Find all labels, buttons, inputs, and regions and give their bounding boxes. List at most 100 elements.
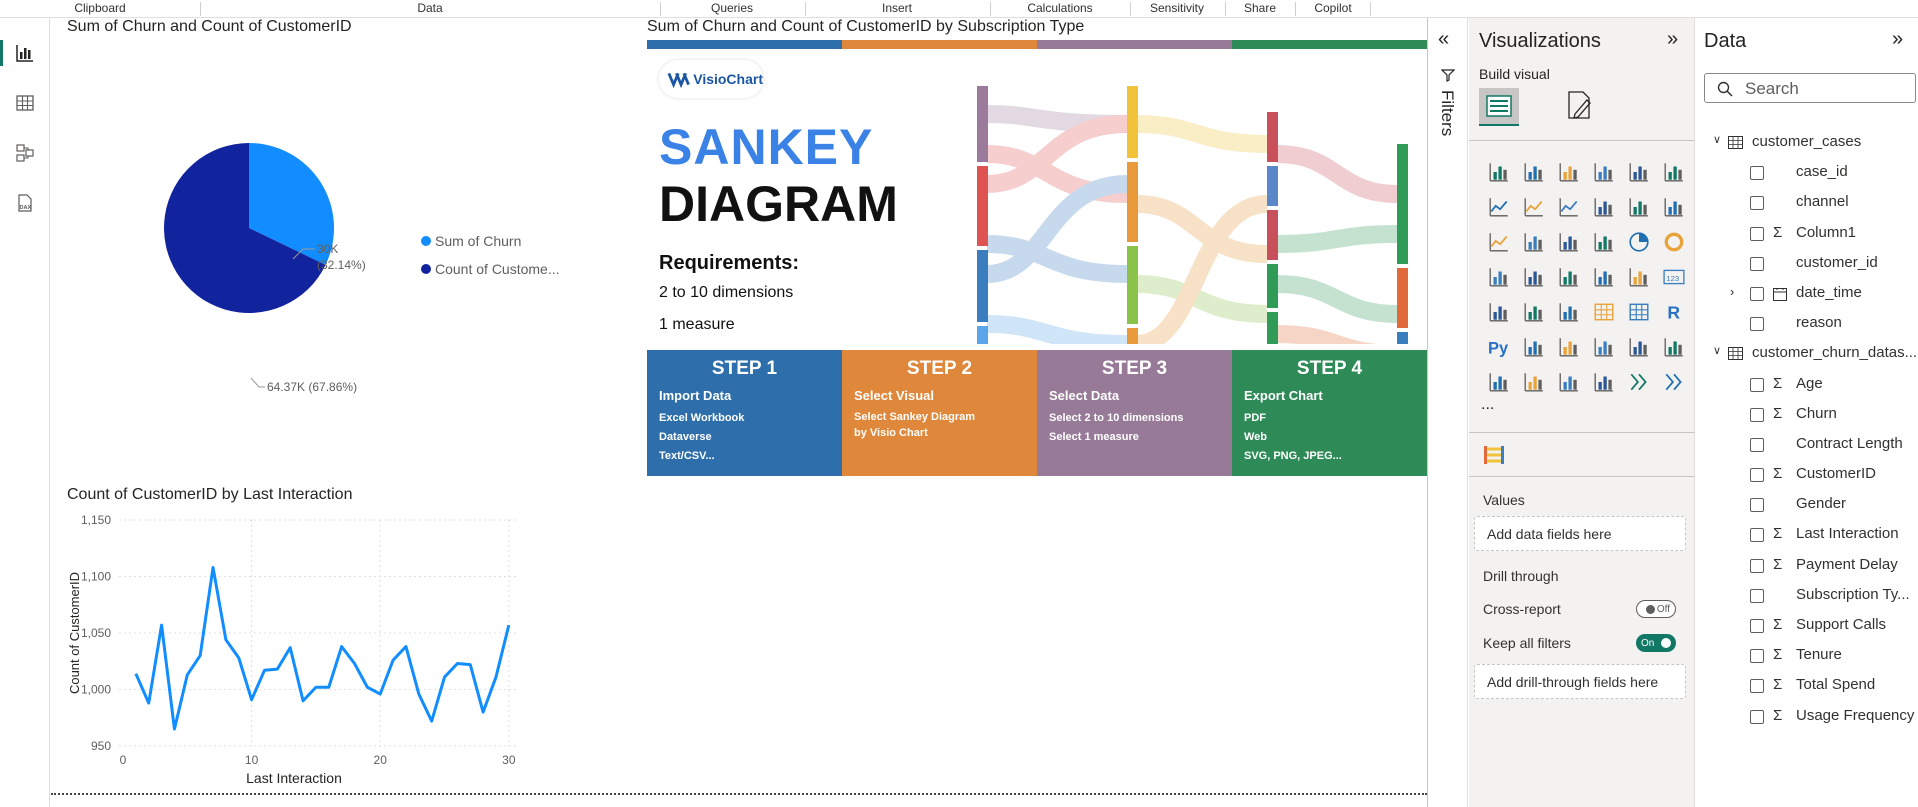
ribbon-clipboard[interactable]: Clipboard <box>74 1 125 15</box>
data-point[interactable] <box>443 675 447 679</box>
ribbon-data[interactable]: Data <box>417 1 442 15</box>
key-influencers-visual-icon[interactable] <box>1516 329 1551 364</box>
dax-query-view-icon[interactable]: DAX <box>12 190 38 216</box>
data-point[interactable] <box>185 673 189 677</box>
qa-visual-icon[interactable] <box>1586 329 1621 364</box>
field-checkbox[interactable] <box>1750 196 1764 211</box>
line-clustered-column-visual-icon[interactable] <box>1656 189 1691 224</box>
stacked-area-visual-icon[interactable] <box>1551 189 1586 224</box>
slicer-visual-icon[interactable] <box>1551 294 1586 329</box>
field-checkbox[interactable] <box>1750 256 1764 271</box>
ribbon-calculations[interactable]: Calculations <box>1027 1 1092 15</box>
data-point[interactable] <box>172 727 176 731</box>
waterfall-visual-icon[interactable] <box>1516 224 1551 259</box>
ribbon-queries[interactable]: Queries <box>711 1 753 15</box>
data-point[interactable] <box>417 692 421 696</box>
field-item[interactable]: Contract Length <box>1696 430 1918 460</box>
data-point[interactable] <box>455 662 459 666</box>
pie-chart[interactable]: 30K (32.14%) 64.37K (67.86%) <box>131 128 451 408</box>
field-item[interactable]: Σ Support Calls <box>1696 611 1918 641</box>
filters-label[interactable]: Filters <box>1437 90 1457 136</box>
ribbon-copilot[interactable]: Copilot <box>1314 1 1351 15</box>
ribbon-share[interactable]: Share <box>1244 1 1276 15</box>
donut-visual-icon[interactable] <box>1656 224 1691 259</box>
stacked-bar-visual-icon[interactable] <box>1481 154 1516 189</box>
data-point[interactable] <box>147 701 151 705</box>
data-search-input[interactable]: Search <box>1704 73 1916 103</box>
legend-item-sum-of-churn[interactable]: Sum of Churn <box>421 233 521 249</box>
smart-narrative-visual-icon[interactable] <box>1621 329 1656 364</box>
field-item[interactable]: Σ Total Spend <box>1696 671 1918 701</box>
data-point[interactable] <box>134 672 138 676</box>
data-point[interactable] <box>494 675 498 679</box>
chevron-down-icon[interactable]: ∨ <box>1713 133 1721 146</box>
data-point[interactable] <box>391 658 395 662</box>
values-well[interactable]: Add data fields here <box>1474 516 1686 551</box>
data-point[interactable] <box>262 668 266 672</box>
power-automate-visual-icon[interactable] <box>1551 364 1586 399</box>
field-item[interactable]: Σ Tenure <box>1696 641 1918 671</box>
field-checkbox[interactable] <box>1750 286 1764 301</box>
cross-report-toggle[interactable]: Off <box>1636 600 1676 618</box>
chevron-down-icon[interactable]: ∨ <box>1713 344 1721 357</box>
paginated-visual-icon[interactable] <box>1481 364 1516 399</box>
field-item[interactable]: channel <box>1696 188 1918 218</box>
format-visual-tab-icon[interactable] <box>1565 90 1595 127</box>
data-point[interactable] <box>198 654 202 658</box>
field-checkbox[interactable] <box>1750 166 1764 181</box>
stacked-column-visual-icon[interactable] <box>1516 154 1551 189</box>
line-visual-icon[interactable] <box>1481 189 1516 224</box>
funnel-visual-icon[interactable] <box>1551 224 1586 259</box>
field-checkbox[interactable] <box>1750 709 1764 724</box>
field-checkbox[interactable] <box>1750 498 1764 513</box>
100-stacked-area-visual-icon[interactable] <box>1586 189 1621 224</box>
visio-sankey-visual[interactable]: VisioChart SANKEY DIAGRAM Requirements: … <box>647 40 1427 500</box>
build-visual-tab-icon[interactable] <box>1479 88 1519 126</box>
data-point[interactable] <box>250 698 254 702</box>
table-node[interactable]: ∨ customer_cases <box>1696 128 1918 158</box>
field-item[interactable]: Subscription Ty... <box>1696 581 1918 611</box>
100-stacked-column-visual-icon[interactable] <box>1656 154 1691 189</box>
more-visuals-ellipsis[interactable]: ... <box>1481 396 1494 414</box>
decomposition-tree-visual-icon[interactable] <box>1551 329 1586 364</box>
field-item[interactable]: case_id <box>1696 158 1918 188</box>
data-point[interactable] <box>468 663 472 667</box>
azure-map-visual-icon[interactable] <box>1586 259 1621 294</box>
clustered-bar-visual-icon[interactable] <box>1551 154 1586 189</box>
expand-filters-icon[interactable]: « <box>1438 28 1449 51</box>
multi-row-card-visual-icon[interactable] <box>1481 294 1516 329</box>
field-item[interactable]: reason <box>1696 309 1918 339</box>
scatter-visual-icon[interactable] <box>1586 224 1621 259</box>
treemap-visual-icon[interactable] <box>1481 259 1516 294</box>
arcgis-visual-icon[interactable] <box>1586 364 1621 399</box>
data-point[interactable] <box>481 710 485 714</box>
field-item[interactable]: Σ Column1 <box>1696 219 1918 249</box>
data-point[interactable] <box>365 685 369 689</box>
expand-chevron-icon[interactable]: › <box>1730 284 1734 299</box>
sankey-custom-visual-icon[interactable] <box>1482 443 1506 467</box>
metrics-visual-icon[interactable] <box>1656 329 1691 364</box>
data-point[interactable] <box>378 692 382 696</box>
gauge-visual-icon[interactable] <box>1621 259 1656 294</box>
data-point[interactable] <box>430 719 434 723</box>
data-point[interactable] <box>340 645 344 649</box>
table-node[interactable]: ∨ customer_churn_datas... <box>1696 339 1918 369</box>
field-item[interactable]: Gender <box>1696 490 1918 520</box>
data-point[interactable] <box>314 685 318 689</box>
field-item[interactable]: Σ CustomerID <box>1696 460 1918 490</box>
report-view-icon[interactable] <box>12 40 38 66</box>
kpi-visual-icon[interactable] <box>1516 294 1551 329</box>
table-visual-icon[interactable] <box>1586 294 1621 329</box>
field-checkbox[interactable] <box>1750 679 1764 694</box>
field-checkbox[interactable] <box>1750 437 1764 452</box>
collapse-visualizations-icon[interactable]: » <box>1667 28 1678 51</box>
field-checkbox[interactable] <box>1750 377 1764 392</box>
keep-all-filters-toggle[interactable]: On <box>1636 634 1676 652</box>
matrix-visual-icon[interactable] <box>1621 294 1656 329</box>
field-checkbox[interactable] <box>1750 619 1764 633</box>
field-checkbox[interactable] <box>1750 558 1764 573</box>
ribbon-insert[interactable]: Insert <box>882 1 912 15</box>
area-visual-icon[interactable] <box>1516 189 1551 224</box>
data-point[interactable] <box>211 565 215 569</box>
power-apps-visual-icon[interactable] <box>1516 364 1551 399</box>
